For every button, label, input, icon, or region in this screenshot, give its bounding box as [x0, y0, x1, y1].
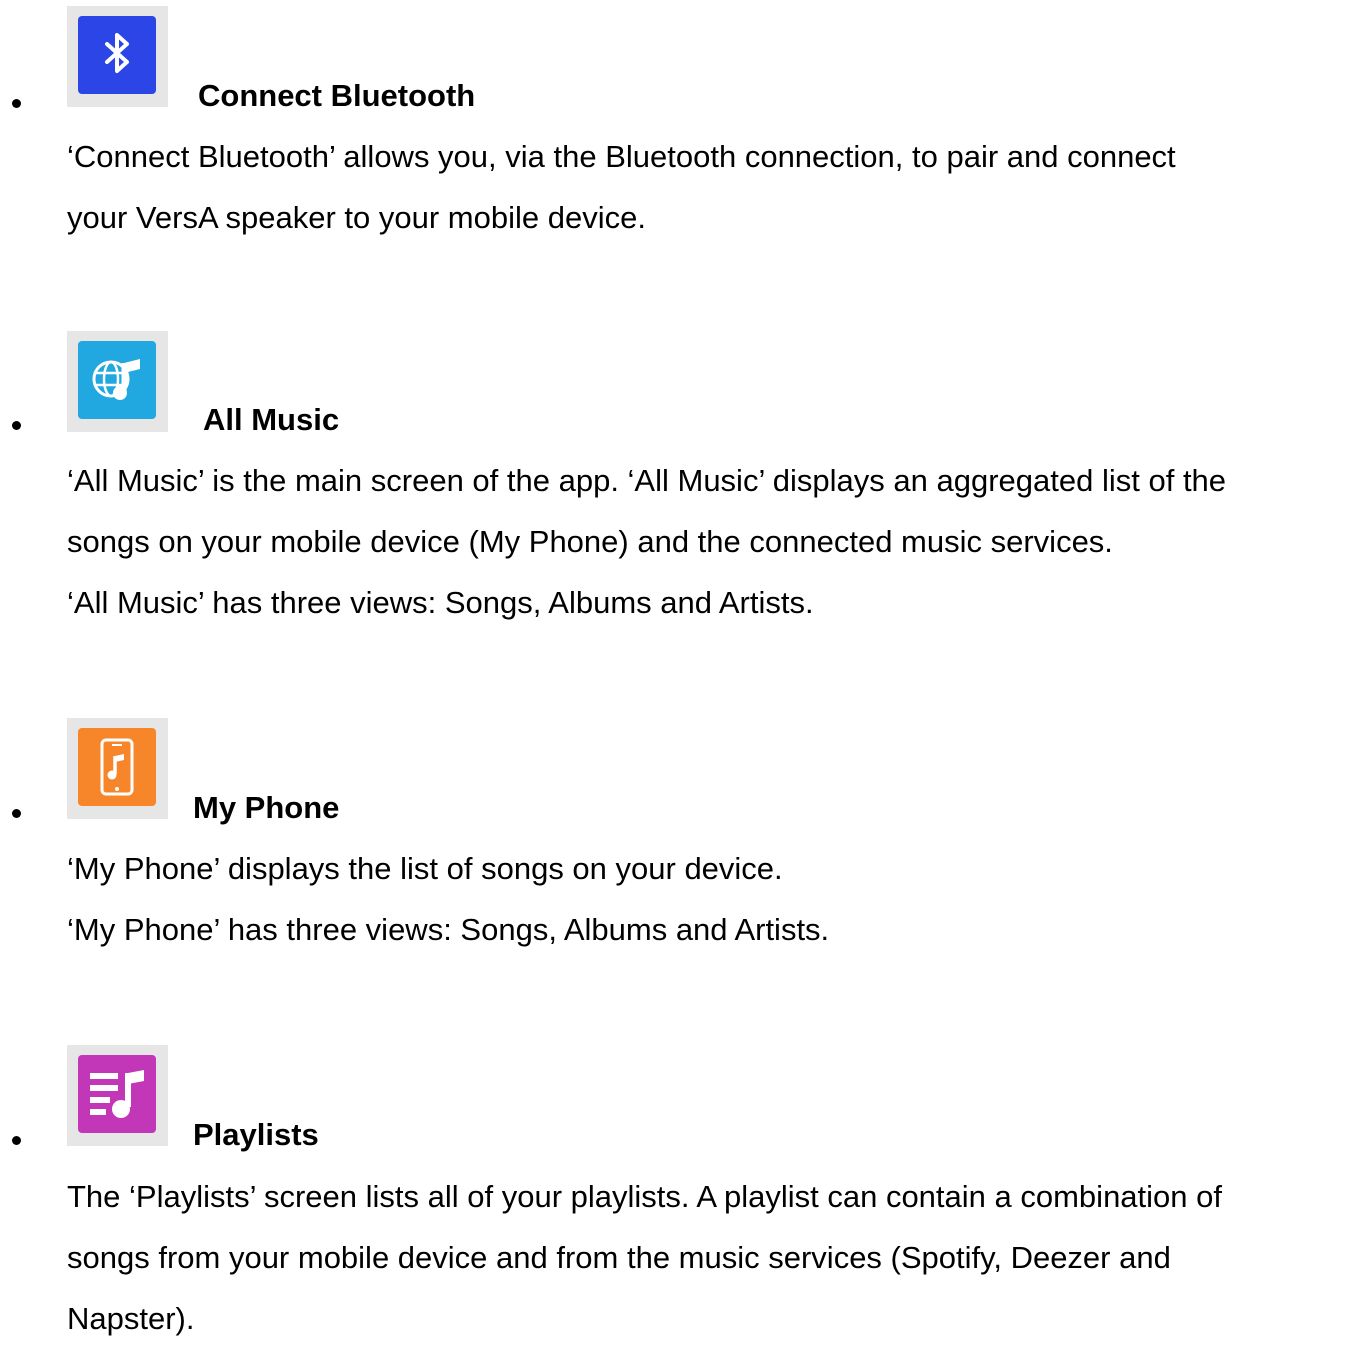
description-line: ‘All Music’ has three views: Songs, Albu…: [67, 585, 814, 620]
item-description: ‘All Music’ is the main screen of the ap…: [67, 450, 1367, 633]
item-description: ‘My Phone’ displays the list of songs on…: [67, 838, 1367, 960]
item-title: My Phone: [193, 790, 340, 825]
description-line: songs on your mobile device (My Phone) a…: [67, 524, 1113, 559]
description-line: songs from your mobile device and from t…: [67, 1240, 1171, 1275]
playlist-icon: [78, 1055, 156, 1133]
icon-tile: [67, 1045, 168, 1146]
icon-tile: [67, 718, 168, 819]
description-line: ‘My Phone’ has three views: Songs, Album…: [67, 912, 830, 947]
globe-music-icon: [78, 341, 156, 419]
item-description: The ‘Playlists’ screen lists all of your…: [67, 1166, 1367, 1349]
item-description: ‘Connect Bluetooth’ allows you, via the …: [67, 126, 1367, 248]
description-line: ‘Connect Bluetooth’ allows you, via the …: [67, 139, 1176, 174]
bullet: [12, 809, 21, 818]
description-line: Napster).: [67, 1301, 195, 1336]
icon-tile: [67, 331, 168, 432]
bluetooth-icon: [78, 16, 156, 94]
item-title: Playlists: [193, 1117, 319, 1152]
icon-tile: [67, 6, 168, 107]
description-line: ‘All Music’ is the main screen of the ap…: [67, 463, 1227, 498]
description-line: The ‘Playlists’ screen lists all of your…: [67, 1179, 1222, 1214]
bullet: [12, 1136, 21, 1145]
bullet: [12, 421, 21, 430]
description-line: ‘My Phone’ displays the list of songs on…: [67, 851, 783, 886]
bullet: [12, 99, 21, 108]
item-title: All Music: [203, 402, 340, 437]
item-title: Connect Bluetooth: [198, 78, 476, 113]
description-line: your VersA speaker to your mobile device…: [67, 200, 646, 235]
phone-music-icon: [78, 728, 156, 806]
